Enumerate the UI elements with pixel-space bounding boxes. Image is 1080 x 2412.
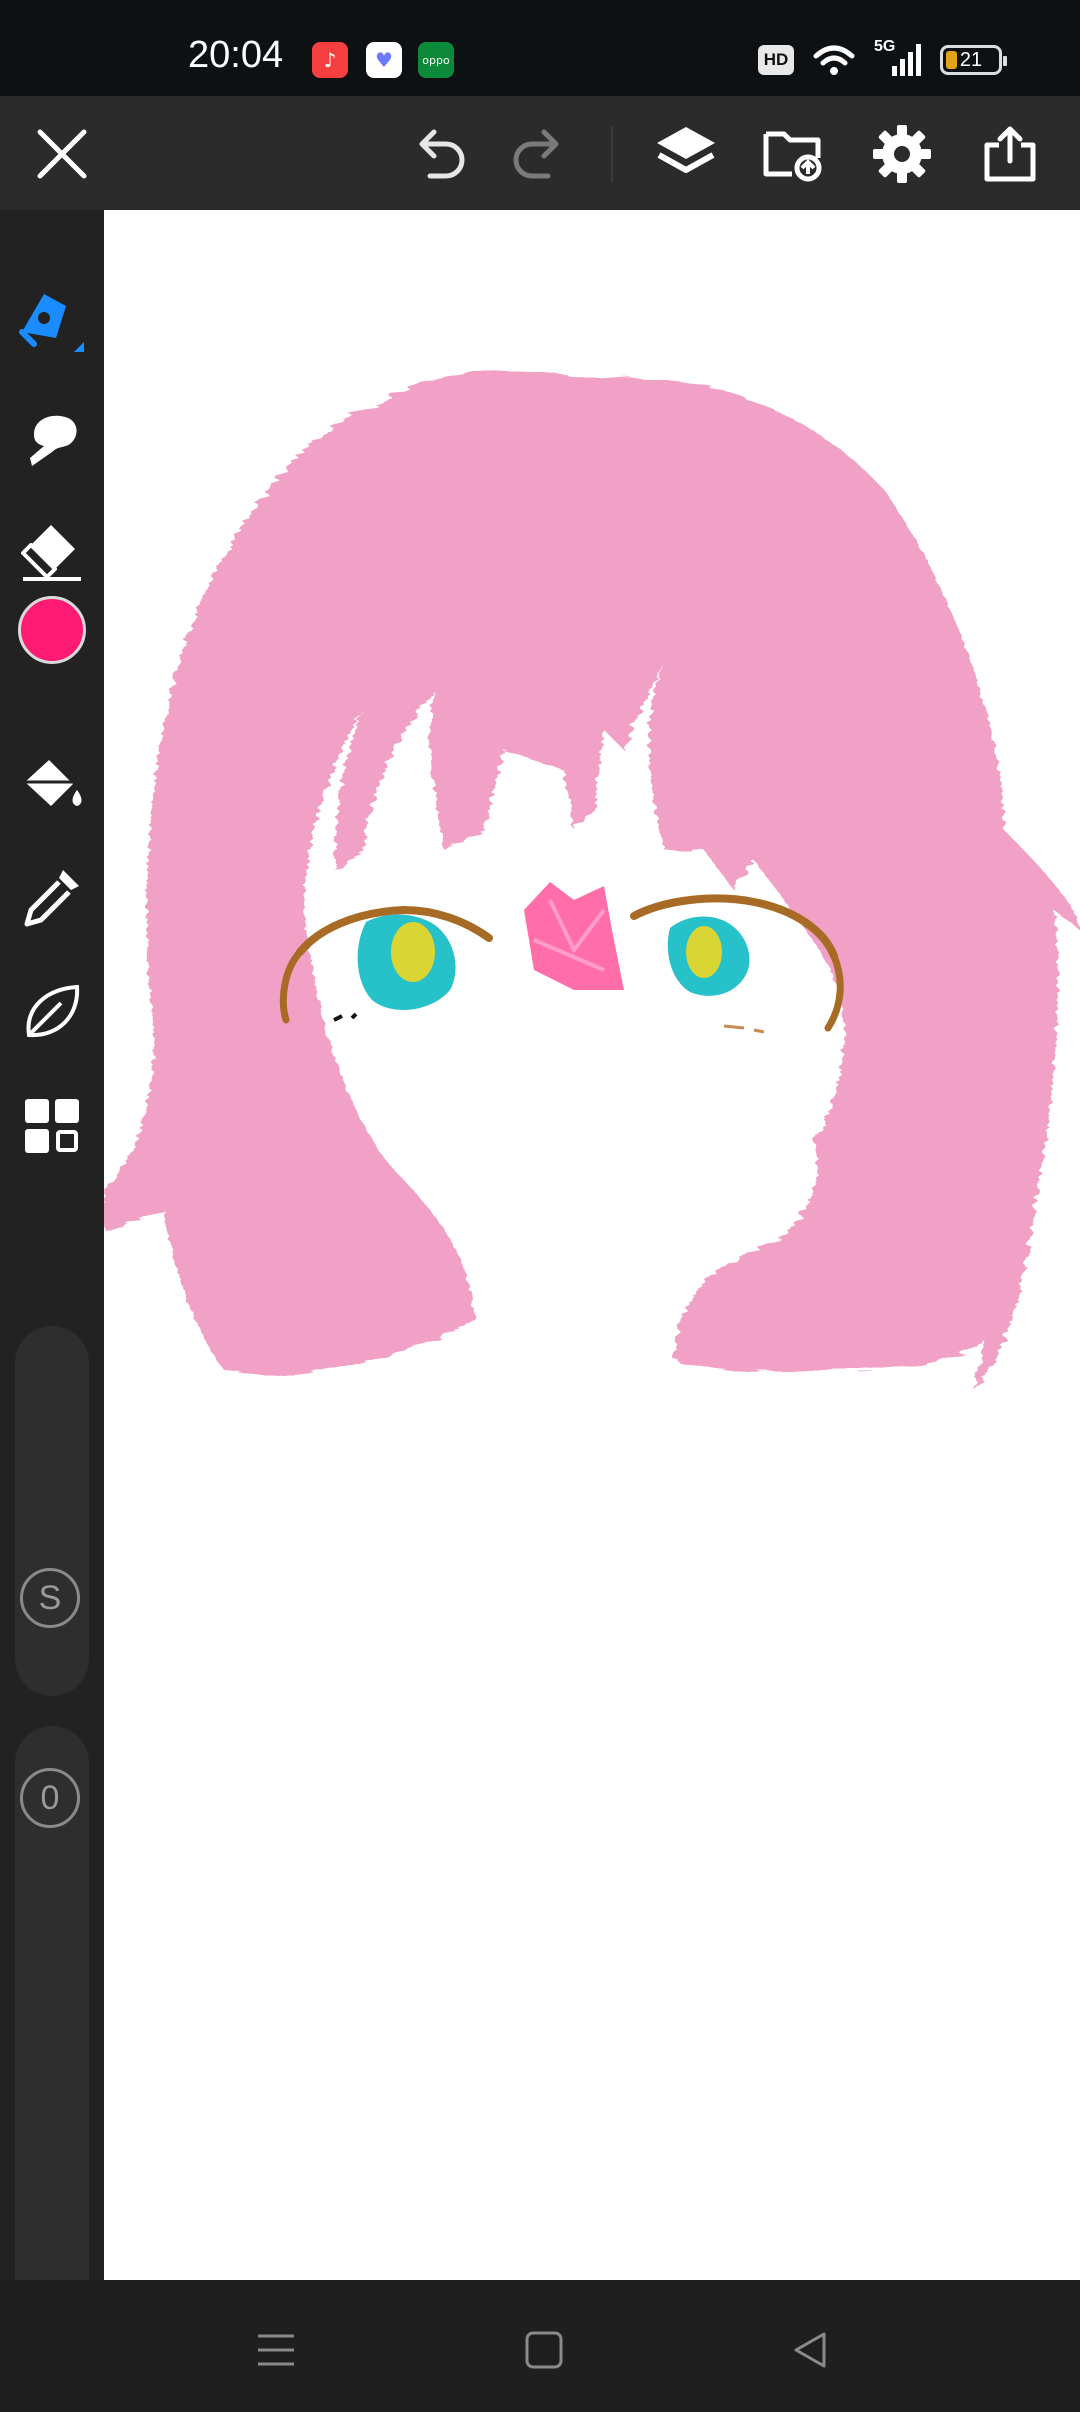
redo-button[interactable] bbox=[500, 116, 576, 192]
oppo-app-icon: oppo bbox=[418, 42, 454, 78]
home-icon bbox=[525, 2331, 563, 2369]
menu-nav-button[interactable] bbox=[236, 2310, 316, 2390]
drawing-canvas[interactable] bbox=[104, 210, 1080, 2280]
menu-icon bbox=[258, 2334, 294, 2366]
brush-size-slider[interactable] bbox=[15, 1326, 89, 1696]
leaf-tool[interactable] bbox=[14, 974, 90, 1050]
back-icon bbox=[794, 2332, 826, 2368]
music-app-icon: ♪ bbox=[312, 42, 348, 78]
status-bar: 20:04 ♪ ♥ oppo HD 5G 21 bbox=[0, 0, 1080, 96]
export-icon bbox=[984, 126, 1036, 182]
status-indicators: HD 5G 21 bbox=[758, 38, 1007, 80]
tool-sidebar: S 0 bbox=[0, 210, 104, 2346]
eyedropper-icon bbox=[24, 870, 79, 927]
navigation-bar bbox=[0, 2280, 1080, 2412]
eyedropper-tool[interactable] bbox=[14, 860, 90, 936]
settings-button[interactable] bbox=[864, 116, 940, 192]
hd-badge: HD bbox=[758, 45, 794, 75]
battery-indicator: 21 bbox=[940, 45, 1007, 75]
close-button[interactable] bbox=[24, 116, 100, 192]
layers-button[interactable] bbox=[648, 116, 724, 192]
eraser-tool[interactable] bbox=[14, 514, 90, 590]
battery-tip bbox=[1003, 56, 1007, 66]
back-nav-button[interactable] bbox=[770, 2310, 850, 2390]
forehead-gem bbox=[524, 882, 624, 990]
battery-level: 21 bbox=[959, 48, 983, 71]
battery-fill bbox=[946, 51, 957, 69]
signal-indicator: 5G bbox=[874, 38, 922, 78]
redo-icon bbox=[513, 129, 559, 179]
export-button[interactable] bbox=[972, 116, 1048, 192]
wifi-icon bbox=[813, 45, 855, 75]
signal-icon bbox=[892, 44, 921, 76]
import-icon bbox=[763, 131, 822, 182]
brush-size-label: S bbox=[38, 1578, 62, 1617]
hair-strokes bbox=[104, 371, 1080, 1390]
opacity-label: 0 bbox=[40, 1778, 60, 1817]
pen-tool[interactable] bbox=[14, 286, 90, 362]
undo-button[interactable] bbox=[402, 116, 478, 192]
leaf-icon bbox=[26, 984, 80, 1038]
undo-icon bbox=[419, 129, 465, 179]
smudge-tool[interactable] bbox=[14, 400, 90, 476]
grid-menu-tool[interactable] bbox=[14, 1088, 90, 1164]
color-picker-swatch[interactable] bbox=[18, 596, 86, 664]
import-button[interactable] bbox=[756, 116, 832, 192]
pen-icon bbox=[19, 294, 84, 352]
health-app-icon: ♥ bbox=[366, 42, 402, 78]
status-time: 20:04 bbox=[188, 34, 284, 76]
close-icon bbox=[37, 129, 87, 179]
top-toolbar bbox=[0, 96, 1080, 210]
fill-bucket-tool[interactable] bbox=[14, 746, 90, 822]
artwork bbox=[104, 371, 1080, 1390]
brush-size-knob[interactable]: S bbox=[20, 1568, 80, 1628]
opacity-knob[interactable]: 0 bbox=[20, 1768, 80, 1828]
layers-icon bbox=[657, 127, 715, 173]
smudge-icon bbox=[30, 415, 77, 466]
eraser-icon bbox=[21, 525, 81, 581]
home-nav-button[interactable] bbox=[504, 2310, 584, 2390]
toolbar-divider bbox=[611, 126, 613, 182]
fill-bucket-icon bbox=[25, 760, 82, 806]
grid-icon bbox=[25, 1099, 79, 1153]
settings-icon bbox=[873, 125, 931, 183]
